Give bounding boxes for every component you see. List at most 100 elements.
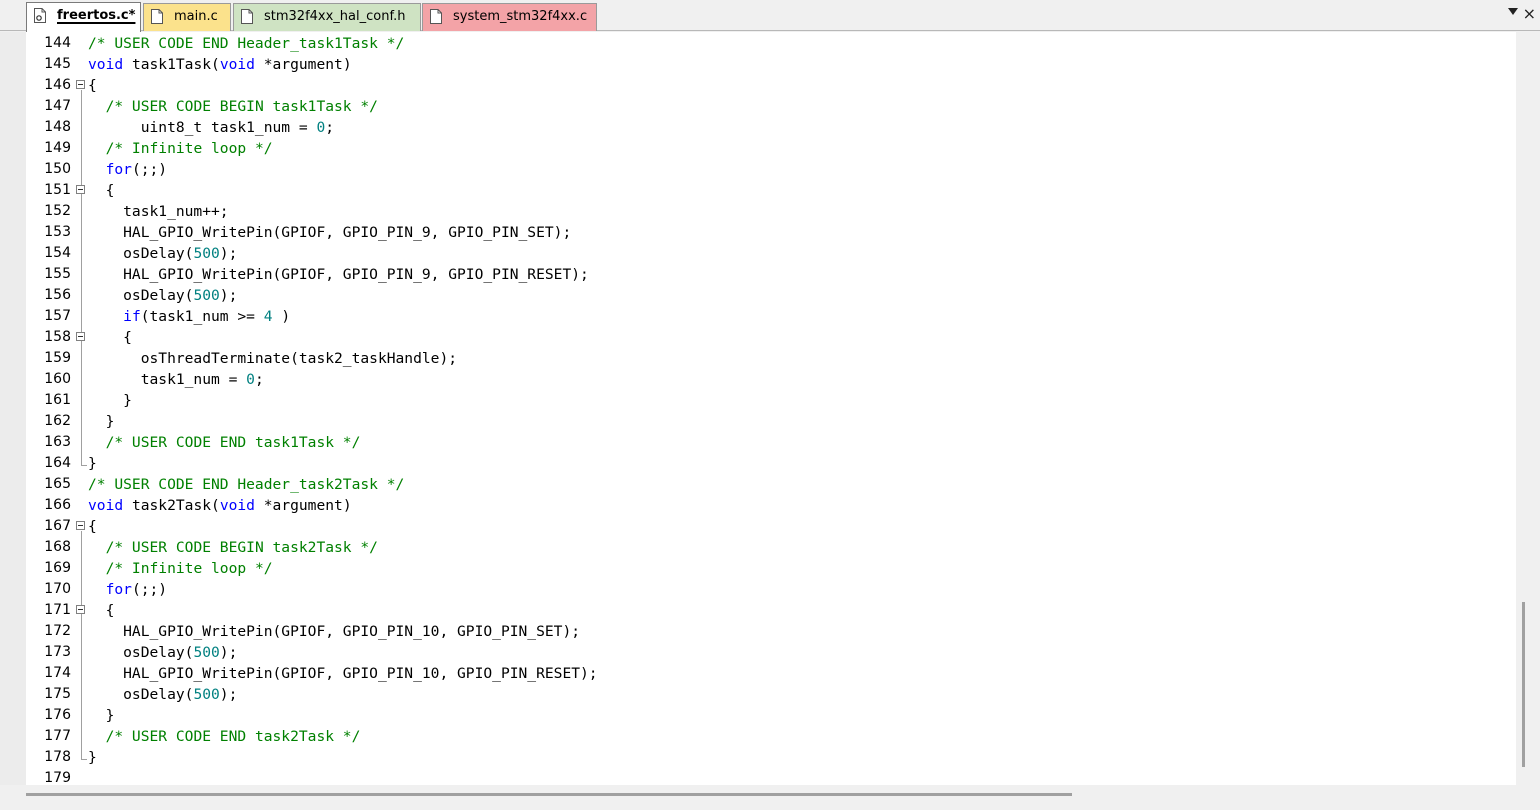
code-line[interactable]: 177 /* USER CODE END task2Task */ <box>0 726 1516 747</box>
line-number: 173 <box>44 644 71 660</box>
code-text: { <box>88 77 97 94</box>
code-text: /* USER CODE END Header_task1Task */ <box>88 35 405 52</box>
code-line[interactable]: 172 HAL_GPIO_WritePin(GPIOF, GPIO_PIN_10… <box>0 621 1516 642</box>
code-line[interactable]: 159 osThreadTerminate(task2_taskHandle); <box>0 348 1516 369</box>
fold-collapse-icon[interactable] <box>76 332 85 341</box>
code-line[interactable]: 157 if(task1_num >= 4 ) <box>0 306 1516 327</box>
line-number: 159 <box>44 350 71 366</box>
code-line[interactable]: 161 } <box>0 390 1516 411</box>
code-line[interactable]: 164} <box>0 453 1516 474</box>
code-text: if(task1_num >= 4 ) <box>123 308 291 325</box>
fold-collapse-icon[interactable] <box>76 521 85 530</box>
code-line[interactable]: 156 osDelay(500); <box>0 285 1516 306</box>
line-number: 147 <box>44 98 71 114</box>
code-text: } <box>88 707 115 724</box>
line-number: 158 <box>44 329 71 345</box>
code-text: uint8_t task1_num = 0; <box>88 119 335 136</box>
line-number: 164 <box>44 455 71 471</box>
code-line[interactable]: 152 task1_num++; <box>0 201 1516 222</box>
vertical-scroll-thumb[interactable] <box>1522 602 1525 767</box>
fold-collapse-icon[interactable] <box>76 605 85 614</box>
code-line[interactable]: 155 HAL_GPIO_WritePin(GPIOF, GPIO_PIN_9,… <box>0 264 1516 285</box>
code-line[interactable]: 147 /* USER CODE BEGIN task1Task */ <box>0 96 1516 117</box>
line-number: 178 <box>44 749 71 765</box>
code-editor[interactable]: 144/* USER CODE END Header_task1Task */1… <box>0 32 1516 785</box>
tab-list-dropdown-icon[interactable] <box>1508 8 1518 15</box>
horizontal-scroll-thumb[interactable] <box>26 793 1072 796</box>
code-text: HAL_GPIO_WritePin(GPIOF, GPIO_PIN_9, GPI… <box>88 224 572 241</box>
code-line[interactable]: 144 /* USER CODE END Header_task1Task */ <box>0 33 1516 54</box>
close-icon[interactable]: × <box>1523 5 1536 23</box>
code-line[interactable]: 168 /* USER CODE BEGIN task2Task */ <box>0 537 1516 558</box>
line-number: 172 <box>44 623 71 639</box>
code-text: void task1Task(void *argument) <box>88 56 352 73</box>
line-number: 162 <box>44 413 71 429</box>
code-line[interactable]: 145 void task1Task(void *argument) <box>0 54 1516 75</box>
code-line[interactable]: 163 /* USER CODE END task1Task */ <box>0 432 1516 453</box>
code-line[interactable]: 158 { <box>0 327 1516 348</box>
line-number: 145 <box>44 56 71 72</box>
tab-stm32f4xx-hal-conf-h[interactable]: stm32f4xx_hal_conf.h <box>233 3 421 31</box>
code-text: osDelay(500); <box>88 644 238 661</box>
tab-freertos-c[interactable]: freertos.c* <box>26 2 141 32</box>
code-line[interactable]: 151 { <box>0 180 1516 201</box>
code-line[interactable]: 175 osDelay(500); <box>0 684 1516 705</box>
line-number: 149 <box>44 140 71 156</box>
line-number: 155 <box>44 266 71 282</box>
code-text: HAL_GPIO_WritePin(GPIOF, GPIO_PIN_10, GP… <box>88 623 581 640</box>
line-number: 148 <box>44 119 71 135</box>
vertical-scrollbar[interactable] <box>1516 32 1540 785</box>
tab-label: stm32f4xx_hal_conf.h <box>264 9 406 24</box>
code-text: osDelay(500); <box>88 287 238 304</box>
horizontal-scrollbar[interactable] <box>0 785 1540 810</box>
line-number: 150 <box>44 161 71 177</box>
code-text: { <box>88 602 115 619</box>
code-line[interactable]: 178} <box>0 747 1516 768</box>
code-line[interactable]: 162 } <box>0 411 1516 432</box>
line-number: 157 <box>44 308 71 324</box>
code-text: /* Infinite loop */ <box>105 140 273 157</box>
code-line[interactable]: 171 { <box>0 600 1516 621</box>
editor-tab-bar: freertos.c* main.c stm32f4xx_hal_conf.h sys… <box>0 0 1540 32</box>
line-number: 146 <box>44 77 71 93</box>
file-icon <box>151 9 163 24</box>
code-text: for(;;) <box>105 581 168 598</box>
code-text: { <box>88 182 115 199</box>
code-line[interactable]: 154 osDelay(500); <box>0 243 1516 264</box>
line-number: 161 <box>44 392 71 408</box>
tab-main-c[interactable]: main.c <box>143 3 231 31</box>
code-line[interactable]: 146 { <box>0 75 1516 96</box>
fold-collapse-icon[interactable] <box>76 80 85 89</box>
line-number: 175 <box>44 686 71 702</box>
gear-file-icon <box>34 8 46 23</box>
code-line[interactable]: 160 task1_num = 0; <box>0 369 1516 390</box>
line-number: 179 <box>44 770 71 785</box>
code-text: { <box>88 329 132 346</box>
fold-collapse-icon[interactable] <box>76 185 85 194</box>
code-line[interactable]: 165 /* USER CODE END Header_task2Task */ <box>0 474 1516 495</box>
code-text: osThreadTerminate(task2_taskHandle); <box>88 350 458 367</box>
code-text: { <box>88 518 97 535</box>
line-number: 153 <box>44 224 71 240</box>
code-text: /* USER CODE END Header_task2Task */ <box>88 476 405 493</box>
line-number: 170 <box>44 581 71 597</box>
code-text: HAL_GPIO_WritePin(GPIOF, GPIO_PIN_9, GPI… <box>88 266 589 283</box>
code-line[interactable]: 153 HAL_GPIO_WritePin(GPIOF, GPIO_PIN_9,… <box>0 222 1516 243</box>
code-line[interactable]: 148 uint8_t task1_num = 0; <box>0 117 1516 138</box>
code-line[interactable]: 174 HAL_GPIO_WritePin(GPIOF, GPIO_PIN_10… <box>0 663 1516 684</box>
code-line[interactable]: 179 <box>0 768 1516 785</box>
code-line[interactable]: 170 for(;;) <box>0 579 1516 600</box>
code-line[interactable]: 150 for(;;) <box>0 159 1516 180</box>
code-line[interactable]: 169 /* Infinite loop */ <box>0 558 1516 579</box>
code-line[interactable]: 149 /* Infinite loop */ <box>0 138 1516 159</box>
code-line[interactable]: 166 void task2Task(void *argument) <box>0 495 1516 516</box>
code-line[interactable]: 167 { <box>0 516 1516 537</box>
line-number: 167 <box>44 518 71 534</box>
code-line[interactable]: 176 } <box>0 705 1516 726</box>
line-number: 168 <box>44 539 71 555</box>
tab-system-stm32f4xx-c[interactable]: system_stm32f4xx.c <box>422 3 597 31</box>
line-number: 151 <box>44 182 71 198</box>
code-text: task1_num = 0; <box>88 371 264 388</box>
code-line[interactable]: 173 osDelay(500); <box>0 642 1516 663</box>
code-text: HAL_GPIO_WritePin(GPIOF, GPIO_PIN_10, GP… <box>88 665 598 682</box>
